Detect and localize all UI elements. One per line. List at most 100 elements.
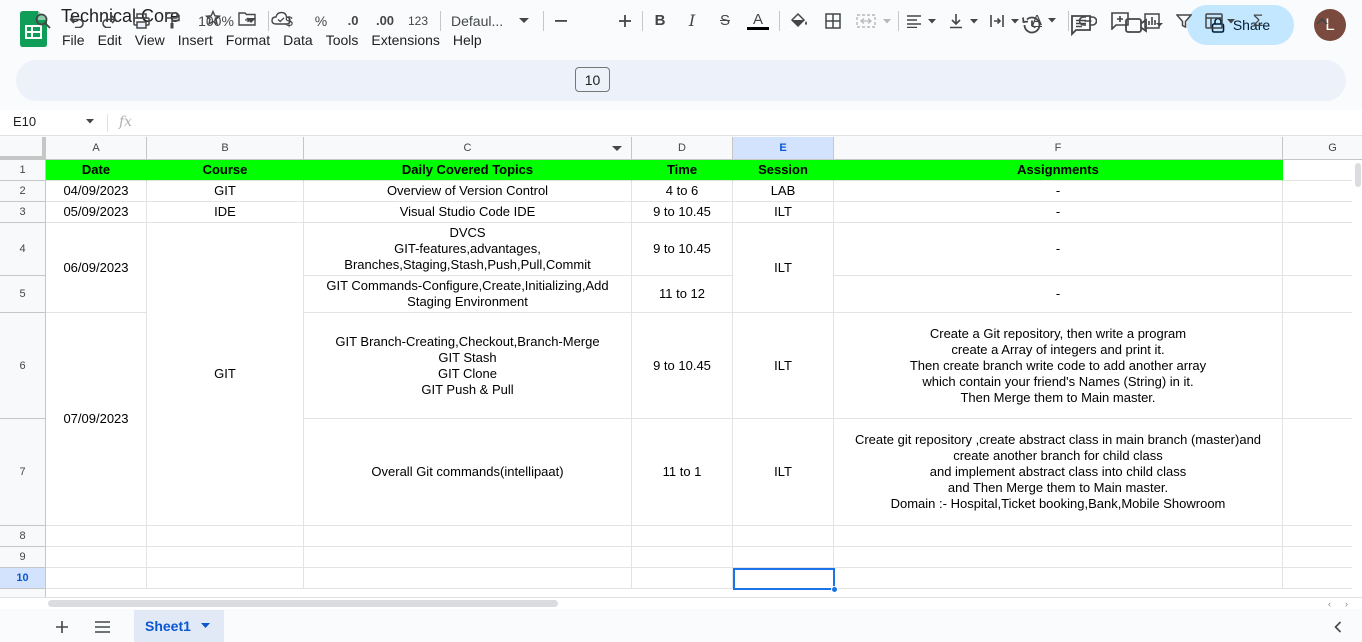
cell-b8[interactable] <box>147 526 304 547</box>
currency-format-button[interactable]: $ <box>280 0 298 41</box>
row-header-10[interactable]: 10 <box>0 568 46 589</box>
cell-b1[interactable]: Course <box>147 160 304 181</box>
cell-c8[interactable] <box>304 526 632 547</box>
row-header-4[interactable]: 4 <box>0 223 46 276</box>
cell-a2[interactable]: 04/09/2023 <box>46 181 147 202</box>
horizontal-scrollbar[interactable]: ‹ › <box>0 597 1362 609</box>
cell-g6[interactable] <box>1283 313 1362 419</box>
cell-d8[interactable] <box>632 526 733 547</box>
row-header-partial[interactable] <box>0 589 46 597</box>
row-header-3[interactable]: 3 <box>0 202 46 223</box>
cell-a9[interactable] <box>46 547 147 568</box>
cell-b3[interactable]: IDE <box>147 202 304 223</box>
cell-d3[interactable]: 9 to 10.45 <box>632 202 733 223</box>
row-header-6[interactable]: 6 <box>0 313 46 419</box>
cell-f8[interactable] <box>834 526 1283 547</box>
decrease-decimal-button[interactable]: .0 <box>341 0 365 41</box>
column-c-filter-chevron-down-icon[interactable] <box>612 146 622 152</box>
cell-d9[interactable] <box>632 547 733 568</box>
increase-decimal-button[interactable]: .00 <box>372 0 398 41</box>
cell-g7[interactable] <box>1283 419 1362 526</box>
cell-g9[interactable] <box>1283 547 1362 568</box>
cell-a4[interactable]: 06/09/2023 <box>46 223 147 313</box>
cell-c2[interactable]: Overview of Version Control <box>304 181 632 202</box>
cell-f3[interactable]: - <box>834 202 1283 223</box>
cell-c7[interactable]: Overall Git commands(intellipaat) <box>304 419 632 526</box>
cell-e9[interactable] <box>733 547 834 568</box>
cell-c4[interactable]: DVCS GIT-features,advantages, Branches,S… <box>304 223 632 276</box>
cell-g5[interactable] <box>1283 276 1362 313</box>
sheet-tab-chevron-down-icon[interactable] <box>200 623 210 629</box>
cell-d6[interactable]: 9 to 10.45 <box>632 313 733 419</box>
insert-chart-icon[interactable] <box>1141 0 1163 41</box>
percent-format-button[interactable]: % <box>311 0 331 41</box>
filter-icon[interactable] <box>1173 0 1195 41</box>
zoom-chevron-down-icon[interactable] <box>244 0 258 41</box>
vertical-scrollbar[interactable] <box>1352 160 1362 597</box>
functions-button[interactable]: Σ <box>1249 0 1267 41</box>
column-header-e[interactable]: E <box>733 137 834 160</box>
font-size-input[interactable]: 10 <box>575 67 610 92</box>
cell-f1[interactable]: Assignments <box>834 160 1283 181</box>
cell-f9[interactable] <box>834 547 1283 568</box>
all-sheets-icon[interactable] <box>93 618 111 636</box>
bold-button[interactable]: B <box>651 0 669 41</box>
row-header-1[interactable]: 1 <box>0 160 46 181</box>
tab-sheet1[interactable]: Sheet1 <box>134 610 224 642</box>
cell-g1[interactable] <box>1283 160 1362 181</box>
cell-a8[interactable] <box>46 526 147 547</box>
borders-icon[interactable] <box>822 0 844 41</box>
cell-a10[interactable] <box>46 568 147 589</box>
text-color-button[interactable]: A <box>746 0 770 41</box>
cell-b10[interactable] <box>147 568 304 589</box>
vertical-scroll-thumb[interactable] <box>1355 163 1361 187</box>
paint-format-icon[interactable] <box>161 0 183 41</box>
text-wrapping-icon[interactable] <box>988 0 1022 41</box>
cell-g3[interactable] <box>1283 202 1362 223</box>
cell-e3[interactable]: ILT <box>733 202 834 223</box>
insert-link-icon[interactable] <box>1077 0 1099 41</box>
cell-f2[interactable]: - <box>834 181 1283 202</box>
cell-e2[interactable]: LAB <box>733 181 834 202</box>
cell-c1[interactable]: Daily Covered Topics <box>304 160 632 181</box>
cell-g10[interactable] <box>1283 568 1362 589</box>
row-header-5[interactable]: 5 <box>0 276 46 313</box>
cell-e4[interactable]: ILT <box>733 223 834 313</box>
horizontal-scroll-thumb[interactable] <box>48 600 558 607</box>
cell-d5[interactable]: 11 to 12 <box>632 276 733 313</box>
print-icon[interactable] <box>130 0 152 41</box>
cell-d1[interactable]: Time <box>632 160 733 181</box>
cell-b4[interactable]: GIT <box>147 223 304 526</box>
cell-c9[interactable] <box>304 547 632 568</box>
cell-f5[interactable]: - <box>834 276 1283 313</box>
more-formats-button[interactable]: 123 <box>405 0 431 41</box>
add-sheet-icon[interactable] <box>53 618 71 636</box>
fill-handle[interactable] <box>831 586 838 593</box>
cell-f10[interactable] <box>834 568 1283 589</box>
cell-c5[interactable]: GIT Commands-Configure,Create,Initializi… <box>304 276 632 313</box>
cell-b2[interactable]: GIT <box>147 181 304 202</box>
cell-f6[interactable]: Create a Git repository, then write a pr… <box>834 313 1283 419</box>
cell-c6[interactable]: GIT Branch-Creating,Checkout,Branch-Merg… <box>304 313 632 419</box>
cell-d7[interactable]: 11 to 1 <box>632 419 733 526</box>
select-all-corner[interactable] <box>0 137 46 160</box>
font-family-select[interactable]: Defaul... <box>451 0 513 41</box>
cell-e8[interactable] <box>733 526 834 547</box>
font-chevron-down-icon[interactable] <box>517 0 531 41</box>
insert-comment-icon[interactable] <box>1109 0 1131 41</box>
scroll-left-arrow-icon[interactable]: ‹ <box>1328 599 1331 609</box>
column-header-c[interactable]: C <box>304 137 632 160</box>
zoom-select[interactable]: 100% <box>194 0 238 41</box>
column-header-b[interactable]: B <box>147 137 304 160</box>
column-header-a[interactable]: A <box>46 137 147 160</box>
cell-e7[interactable]: ILT <box>733 419 834 526</box>
search-menus-icon[interactable] <box>32 0 54 41</box>
collapse-toolbar-icon[interactable] <box>1312 0 1332 41</box>
cell-a1[interactable]: Date <box>46 160 147 181</box>
cell-a6[interactable]: 07/09/2023 <box>46 313 147 526</box>
scroll-right-arrow-icon[interactable]: › <box>1345 599 1348 609</box>
increase-font-size-icon[interactable] <box>616 0 634 41</box>
redo-icon[interactable] <box>98 0 120 41</box>
text-rotation-button[interactable]: A <box>1029 0 1063 41</box>
cell-g8[interactable] <box>1283 526 1362 547</box>
